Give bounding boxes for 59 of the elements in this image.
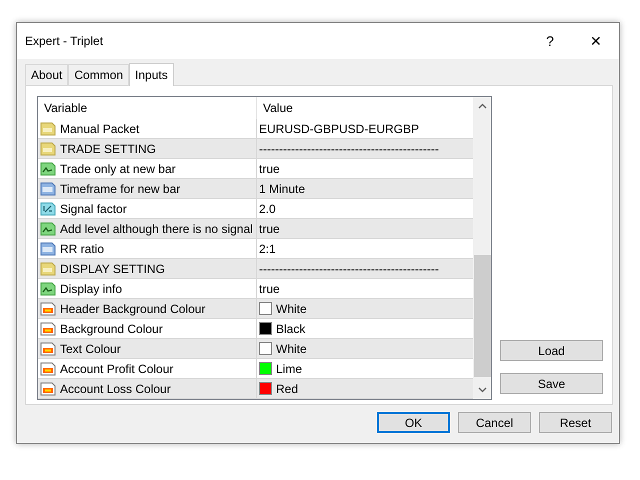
table-cell: Timeframe for new bar	[60, 182, 180, 196]
number-type-icon	[40, 240, 56, 256]
table-cell: Background Colour	[60, 322, 163, 336]
table-cell: 2.0	[259, 202, 276, 216]
table-cell: true	[259, 162, 280, 176]
chart-type-icon	[40, 160, 56, 176]
table-cell: Signal factor	[60, 202, 127, 216]
color-type-icon	[40, 380, 56, 396]
dialog-button[interactable]: Reset	[539, 412, 612, 433]
table-cell: ---------------------------------------------	[259, 262, 439, 276]
table-cell: true	[259, 282, 280, 296]
table-cell: Account Profit Colour	[60, 362, 174, 376]
text-type-icon	[40, 260, 56, 276]
table-cell: Manual Packet	[60, 122, 140, 136]
window-title: Expert - Triplet	[25, 34, 104, 48]
color-type-icon	[40, 360, 56, 376]
scrollbar[interactable]	[473, 97, 491, 399]
color-type-icon	[40, 340, 56, 356]
dialog-button[interactable]: Cancel	[458, 412, 531, 433]
table-cell: Trade only at new bar	[60, 162, 176, 176]
table-cell: true	[259, 222, 280, 236]
table-cell: Lime	[276, 362, 302, 376]
side-button[interactable]: Save	[500, 373, 603, 394]
table-cell: Red	[276, 382, 298, 396]
scroll-up-icon[interactable]	[478, 103, 486, 109]
table-cell: ---------------------------------------------	[259, 142, 439, 156]
table-cell: RR ratio	[60, 242, 104, 256]
table-cell: 1 Minute	[259, 182, 306, 196]
table-cell: Text Colour	[60, 342, 121, 356]
text-type-icon	[40, 140, 56, 156]
tab[interactable]: About	[25, 64, 68, 85]
table-cell: Account Loss Colour	[60, 382, 171, 396]
color-type-icon	[40, 320, 56, 336]
tab[interactable]: Inputs	[129, 63, 174, 86]
close-button[interactable]: ✕	[573, 33, 619, 49]
table-cell: EURUSD-GBPUSD-EURGBP	[259, 122, 420, 136]
color-type-icon	[40, 300, 56, 316]
scroll-down-icon[interactable]	[478, 387, 486, 393]
number-type-icon	[40, 180, 56, 196]
fraction-type-icon	[40, 200, 56, 216]
table-cell: Add level although there is no signal	[60, 222, 253, 236]
table-cell: White	[276, 342, 307, 356]
text-type-icon	[40, 120, 56, 136]
table-cell: White	[276, 302, 307, 316]
table-cell: DISPLAY SETTING	[60, 262, 165, 276]
tab[interactable]: Common	[68, 64, 130, 85]
table-cell: Black	[276, 322, 306, 336]
table-cell: 2:1	[259, 242, 276, 256]
side-button[interactable]: Load	[500, 340, 603, 361]
chart-type-icon	[40, 220, 56, 236]
scroll-thumb[interactable]	[474, 255, 490, 377]
help-button[interactable]: ?	[527, 33, 573, 49]
column-header[interactable]: Variable	[38, 97, 257, 119]
dialog-button[interactable]: OK	[377, 412, 450, 433]
chart-type-icon	[40, 280, 56, 296]
table-cell: Display info	[60, 282, 122, 296]
column-header[interactable]: Value	[257, 97, 473, 119]
table-cell: Header Background Colour	[60, 302, 206, 316]
table-cell: TRADE SETTING	[60, 142, 156, 156]
